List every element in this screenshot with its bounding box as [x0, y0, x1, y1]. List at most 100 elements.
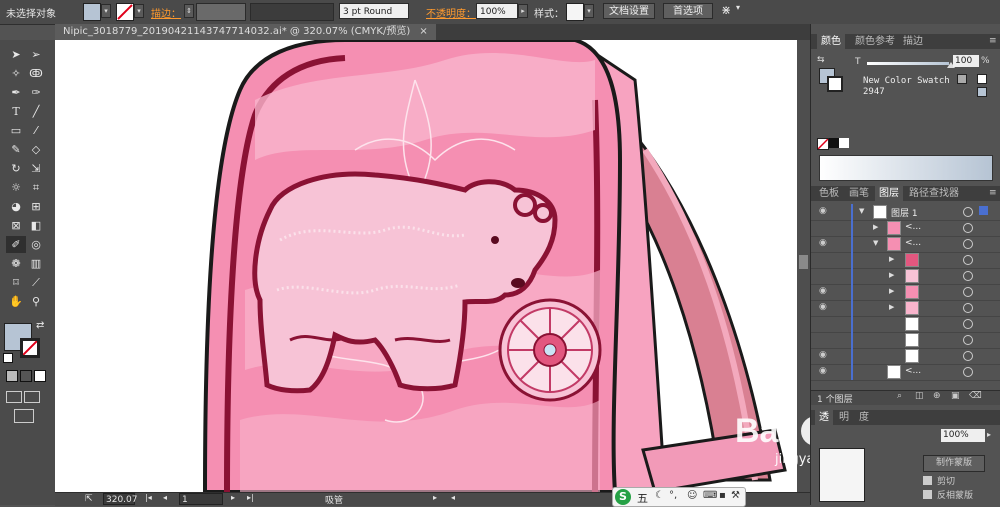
symbol-sprayer-tool-icon[interactable]: ❁ — [6, 255, 26, 272]
new-sublayer-icon[interactable]: ⊕ — [933, 391, 941, 401]
keyboard-icon[interactable]: ⌨ — [703, 490, 717, 501]
sublayer-name[interactable]: <... — [905, 222, 921, 232]
next-page-icon[interactable]: ▸ — [231, 493, 235, 502]
preferences-button[interactable]: 首选项 — [663, 3, 713, 19]
target-circle-icon[interactable] — [963, 319, 973, 329]
make-mask-button[interactable]: 制作蒙版 — [923, 455, 985, 472]
gradient-tool-icon[interactable]: ◧ — [26, 217, 46, 234]
lasso-tool-icon[interactable]: ↂ — [26, 65, 46, 82]
stroke-swatch[interactable] — [116, 3, 134, 21]
expand-triangle-icon[interactable]: ▶ — [889, 303, 894, 311]
draw-mode-icon[interactable] — [6, 391, 22, 403]
sublayer-name[interactable]: <... — [905, 366, 921, 376]
delete-layer-icon[interactable]: ⌫ — [969, 391, 982, 401]
target-circle-icon[interactable] — [963, 287, 973, 297]
target-circle-icon[interactable] — [963, 351, 973, 361]
fill-stroke-toggle-icon[interactable]: ⇆ — [817, 55, 825, 65]
layer-row-1[interactable]: ◉ ▼ 图层 1 — [811, 204, 1000, 221]
shape-builder-tool-icon[interactable]: ◕ — [6, 198, 26, 215]
scrollbar-thumb[interactable] — [799, 255, 808, 269]
layer-row-9[interactable] — [811, 332, 1000, 349]
visibility-eye-icon[interactable]: ◉ — [819, 239, 831, 248]
selection-square-icon[interactable] — [979, 206, 988, 215]
tab-transparency-1[interactable]: 透 — [815, 410, 833, 425]
fill-swatch[interactable] — [83, 3, 101, 21]
first-page-icon[interactable]: |◂ — [145, 493, 152, 502]
selection-tool-icon[interactable]: ➤ — [6, 46, 26, 63]
transparency-opacity-field[interactable]: 100% — [941, 429, 985, 442]
clipping-mask-icon[interactable]: ◫ — [915, 391, 924, 401]
align-options-icon[interactable]: ⋇ — [721, 3, 731, 17]
color-spectrum-bar[interactable] — [819, 155, 993, 181]
visibility-eye-icon[interactable]: ◉ — [819, 351, 831, 360]
layer-name[interactable]: 图层 1 — [891, 206, 918, 219]
visibility-eye-icon[interactable]: ◉ — [819, 303, 831, 312]
panel-menu-icon[interactable]: ≡ — [989, 36, 997, 46]
hand-tool-icon[interactable]: ✋ — [6, 293, 26, 310]
tab-pathfinder[interactable]: 路径查找器 — [905, 186, 963, 201]
tab-transparency-3[interactable]: 度 — [855, 410, 873, 425]
prev-page-icon[interactable]: ◂ — [163, 493, 167, 502]
artboard-nav-icon[interactable]: ⇱ — [85, 494, 93, 504]
free-transform-tool-icon[interactable]: ⌗ — [26, 179, 46, 196]
expand-triangle-icon[interactable]: ▶ — [873, 223, 878, 231]
opacity-field[interactable]: 100% — [476, 3, 518, 19]
mesh-tool-icon[interactable]: ⊠ — [6, 217, 26, 234]
layer-row-6[interactable]: ◉ ▶ — [811, 284, 1000, 301]
invert-mask-checkbox[interactable] — [923, 490, 932, 499]
expand-triangle-icon[interactable]: ▼ — [873, 239, 878, 247]
magic-wand-tool-icon[interactable]: ✧ — [6, 65, 26, 82]
target-circle-icon[interactable] — [963, 223, 973, 233]
toolbox-stroke-swatch[interactable] — [20, 338, 40, 358]
zoom-field[interactable]: 320.07 — [103, 493, 138, 505]
punctuation-icon[interactable]: °, — [669, 490, 677, 501]
expand-triangle-icon[interactable]: ▶ — [889, 255, 894, 263]
scroll-left-icon[interactable]: ◂ — [451, 493, 455, 502]
stroke-weight-field[interactable] — [196, 3, 246, 21]
tab-brushes[interactable]: 画笔 — [845, 186, 873, 201]
tools-icon[interactable]: ⚒ — [731, 490, 740, 501]
opacity-arrow-icon[interactable]: ▸ — [987, 430, 991, 439]
variable-width-dropdown[interactable] — [250, 3, 334, 21]
visibility-eye-icon[interactable]: ◉ — [819, 207, 831, 216]
swap-colors-icon[interactable]: ⇄ — [36, 320, 44, 331]
layer-row-5[interactable]: ▶ — [811, 268, 1000, 285]
zoom-tool-icon[interactable]: ⚲ — [26, 293, 46, 310]
layer-row-11[interactable]: ◉ <... — [811, 364, 1000, 381]
sogou-logo-icon[interactable]: S — [615, 489, 631, 505]
default-colors-icon[interactable] — [3, 353, 13, 363]
layer-row-2[interactable]: ▶ <... — [811, 220, 1000, 237]
type-tool-icon[interactable]: T — [6, 103, 26, 120]
none-mode-icon[interactable] — [34, 370, 46, 382]
layers-menu-icon[interactable]: ≡ — [989, 188, 997, 198]
opacity-dropdown-arrow[interactable]: ▸ — [518, 4, 528, 18]
style-dropdown-arrow[interactable]: ▾ — [584, 4, 594, 18]
color-cube-icon[interactable] — [977, 87, 987, 97]
expand-triangle-icon[interactable]: ▶ — [889, 287, 894, 295]
out-of-gamut-icon[interactable] — [957, 74, 967, 84]
web-safe-icon[interactable] — [977, 74, 987, 84]
black-swatch-icon[interactable] — [829, 138, 839, 148]
close-tab-icon[interactable]: × — [419, 26, 427, 37]
tab-color-guide[interactable]: 颜色参考 — [851, 34, 899, 49]
expand-triangle-icon[interactable]: ▼ — [859, 207, 864, 215]
page-field[interactable]: 1 — [179, 493, 223, 505]
expand-triangle-icon[interactable]: ▶ — [889, 271, 894, 279]
line-tool-icon[interactable]: ╱ — [26, 103, 46, 120]
target-circle-icon[interactable] — [963, 367, 973, 377]
ime-mode-label[interactable]: 五 — [637, 490, 648, 506]
color-mode-icon[interactable] — [6, 370, 18, 382]
target-circle-icon[interactable] — [963, 207, 973, 217]
layer-row-7[interactable]: ◉ ▶ — [811, 300, 1000, 317]
layer-row-3[interactable]: ◉ ▼ <... — [811, 236, 1000, 253]
curvature-tool-icon[interactable]: ✑ — [26, 84, 46, 101]
new-layer-icon[interactable]: ▣ — [951, 391, 960, 401]
target-circle-icon[interactable] — [963, 303, 973, 313]
brush-definition-dropdown[interactable]: 3 pt Round — [339, 3, 409, 19]
clip-checkbox[interactable] — [923, 476, 932, 485]
skin-icon[interactable]: ▪ — [719, 490, 726, 501]
artboard-canvas[interactable] — [55, 40, 810, 492]
eraser-tool-icon[interactable]: ◇ — [26, 141, 46, 158]
target-circle-icon[interactable] — [963, 239, 973, 249]
warp-tool-icon[interactable]: ☼ — [6, 179, 26, 196]
